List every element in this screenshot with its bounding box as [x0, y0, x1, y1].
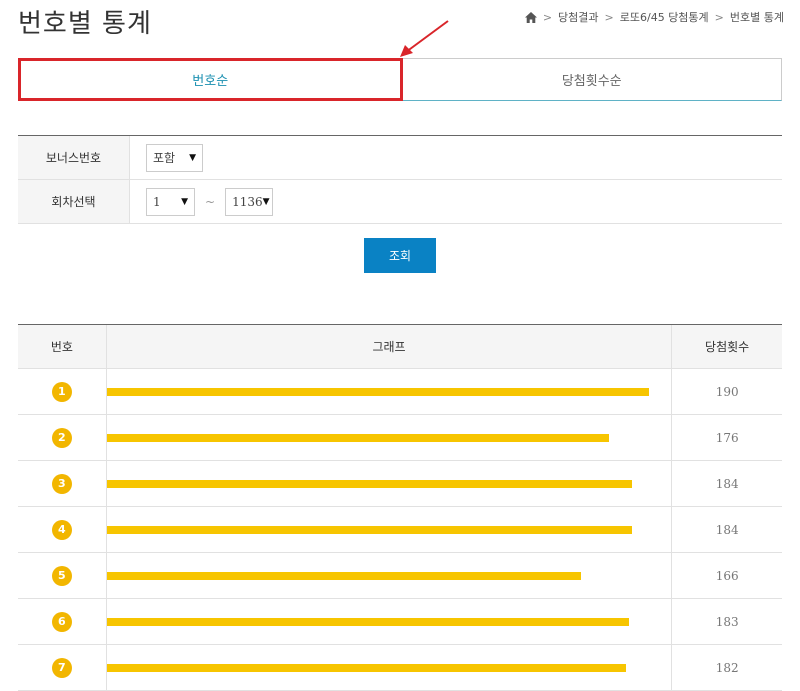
number-cell: 2 — [18, 415, 107, 460]
graph-cell — [106, 461, 673, 506]
round-from-select[interactable]: 1 ▼ — [146, 187, 195, 216]
table-row: 1 190 — [18, 369, 782, 415]
tab-bar: 번호순 당첨횟수순 — [18, 58, 782, 101]
bonus-select[interactable]: 포함 ▼ — [146, 143, 203, 172]
graph-cell — [106, 599, 673, 644]
table-header: 번호 그래프 당첨횟수 — [18, 325, 782, 369]
count-cell: 182 — [672, 645, 782, 690]
table-row: 5 166 — [18, 553, 782, 599]
tab-by-number[interactable]: 번호순 — [18, 58, 403, 101]
table-row: 4 184 — [18, 507, 782, 553]
page-title: 번호별 통계 — [18, 9, 152, 39]
lotto-ball: 6 — [51, 611, 72, 632]
filter-row-round: 회차선택 1 ▼ ~ 1136 ▼ — [18, 180, 782, 224]
number-cell: 7 — [18, 645, 107, 690]
count-value: 183 — [715, 614, 739, 629]
header-count: 당첨횟수 — [705, 340, 750, 354]
breadcrumb-separator: > — [542, 10, 553, 24]
count-cell: 176 — [672, 415, 782, 460]
count-bar — [106, 525, 632, 534]
count-cell: 183 — [672, 599, 782, 644]
graph-cell — [106, 415, 673, 460]
count-bar — [106, 663, 626, 672]
filter-row-bonus: 보너스번호 포함 ▼ — [18, 136, 782, 180]
dropdown-arrow-icon: ▼ — [181, 196, 188, 207]
lotto-ball: 4 — [51, 519, 72, 540]
header-graph: 그래프 — [107, 325, 673, 368]
tab-label: 당첨횟수순 — [561, 74, 622, 89]
table-row: 6 183 — [18, 599, 782, 645]
lotto-ball: 5 — [51, 565, 72, 586]
search-button[interactable]: 조회 — [364, 238, 436, 273]
table-row: 3 184 — [18, 461, 782, 507]
number-cell: 3 — [18, 461, 107, 506]
round-cell: 1 ▼ ~ 1136 ▼ — [130, 180, 782, 223]
lotto-ball: 3 — [51, 473, 72, 494]
bonus-cell: 포함 ▼ — [130, 136, 782, 179]
count-bar — [106, 433, 609, 442]
filter-table: 보너스번호 포함 ▼ 회차선택 1 ▼ ~ 1136 ▼ — [18, 135, 782, 224]
count-cell: 166 — [672, 553, 782, 598]
count-bar — [106, 387, 649, 396]
count-bar — [106, 617, 629, 626]
count-value: 166 — [715, 568, 739, 583]
lotto-ball: 7 — [51, 657, 72, 678]
breadcrumb-item-results[interactable]: 당첨결과 — [558, 9, 598, 25]
header-number: 번호 — [18, 325, 107, 368]
number-cell: 4 — [18, 507, 107, 552]
dropdown-arrow-icon: ▼ — [189, 152, 196, 163]
table-row: 7 182 — [18, 645, 782, 691]
tab-by-win-count[interactable]: 당첨횟수순 — [402, 58, 782, 101]
breadcrumb-separator: > — [604, 10, 614, 24]
count-value: 184 — [715, 522, 739, 537]
count-value: 190 — [715, 384, 739, 399]
number-cell: 6 — [18, 599, 107, 644]
table-row: 2 176 — [18, 415, 782, 461]
round-to-select[interactable]: 1136 ▼ — [225, 187, 274, 216]
bonus-select-value: 포함 — [153, 151, 176, 165]
bonus-label: 보너스번호 — [18, 136, 130, 179]
count-bar — [106, 479, 632, 488]
graph-cell — [106, 553, 673, 598]
number-stats-table: 번호 그래프 당첨횟수 1 190 2 176 3 184 4 184 5 166 6 183 7 182 — [18, 324, 782, 691]
count-bar — [106, 571, 581, 580]
count-cell: 190 — [672, 369, 782, 414]
count-value: 182 — [715, 660, 739, 675]
lotto-ball: 2 — [51, 427, 72, 448]
number-cell: 5 — [18, 553, 107, 598]
graph-cell — [106, 507, 673, 552]
tab-label: 번호순 — [192, 74, 229, 89]
round-to-value: 1136 — [232, 194, 263, 209]
breadcrumb: > 당첨결과 > 로또6/45 당첨통계 > 번호별 통계 — [524, 9, 784, 25]
graph-cell — [106, 645, 673, 690]
breadcrumb-item-current: 번호별 통계 — [729, 11, 784, 24]
annotation-arrow-icon — [400, 20, 449, 57]
table-body: 1 190 2 176 3 184 4 184 5 166 6 183 7 182 — [18, 369, 782, 691]
count-value: 184 — [715, 476, 739, 491]
range-separator: ~ — [205, 194, 216, 209]
graph-cell — [106, 369, 673, 414]
round-label: 회차선택 — [18, 180, 130, 223]
count-cell: 184 — [672, 461, 782, 506]
number-cell: 1 — [18, 369, 107, 414]
dropdown-arrow-icon: ▼ — [262, 196, 270, 207]
count-value: 176 — [715, 430, 739, 445]
breadcrumb-item-stats[interactable]: 로또6/45 당첨통계 — [620, 9, 709, 25]
home-icon[interactable] — [524, 11, 537, 23]
count-cell: 184 — [672, 507, 782, 552]
breadcrumb-separator: > — [714, 10, 724, 24]
round-from-value: 1 — [153, 194, 161, 209]
lotto-ball: 1 — [51, 381, 72, 402]
